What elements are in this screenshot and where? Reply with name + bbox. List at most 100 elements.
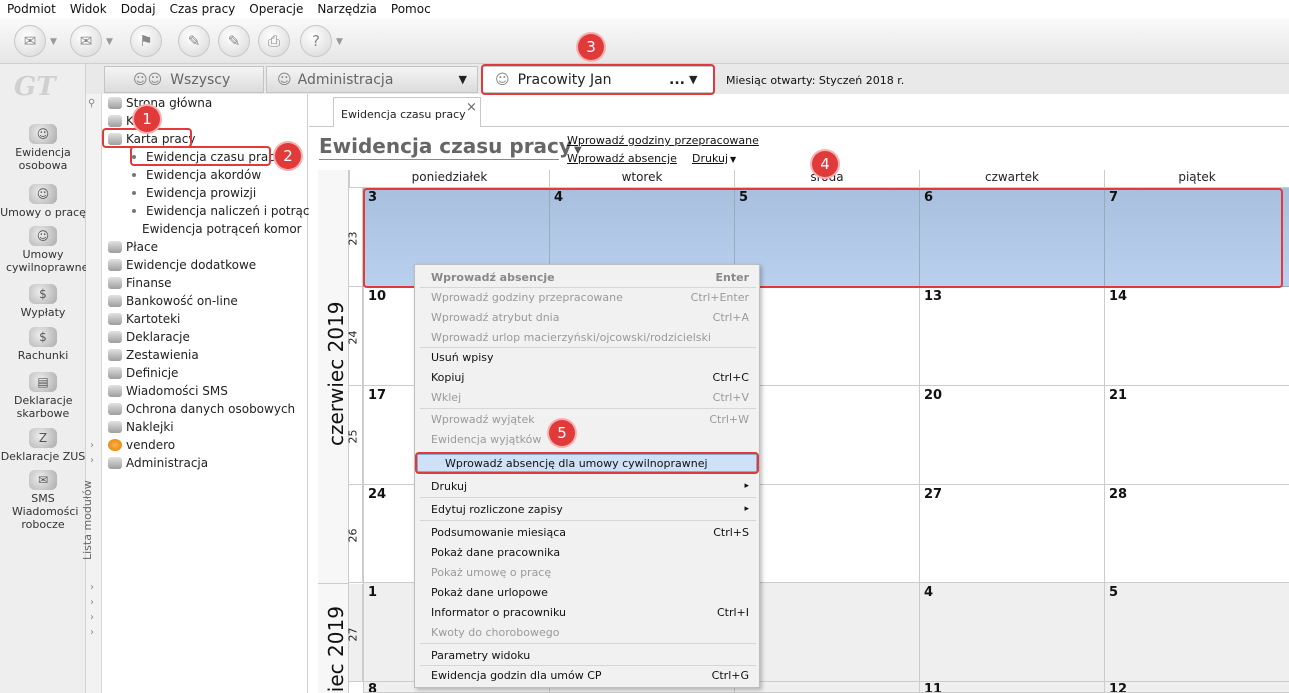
menu-item-wklej[interactable]: Wklej Ctrl+V (431, 388, 749, 406)
chevron-down-icon[interactable]: ▼ (336, 37, 343, 47)
chevron-down-icon[interactable]: ▼ (106, 37, 113, 47)
link-wprowadz-absencje[interactable]: Wprowadź absencje (567, 152, 677, 165)
files-icon (108, 313, 122, 325)
menu-pomoc[interactable]: Pomoc (391, 2, 431, 16)
menu-item-usun-wpisy[interactable]: Usuń wpisy (431, 348, 749, 366)
day-cell[interactable]: 27 (919, 485, 1104, 583)
day-cell[interactable] (734, 485, 919, 583)
close-icon[interactable]: × (466, 100, 477, 115)
menu-item-wprowadz-atrybut[interactable]: Wprowadź atrybut dnia Ctrl+A (431, 308, 749, 326)
pin-icon[interactable]: ⚲ (88, 98, 95, 109)
module-deklaracje[interactable]: Deklaracje (108, 328, 190, 346)
menu-item-parametry-widoku[interactable]: Parametry widoku (431, 646, 749, 664)
day-cell[interactable] (734, 287, 919, 386)
nav-deklaracje-zus[interactable]: Z Deklaracje ZUS (0, 428, 86, 463)
menu-item-kwoty-chorobowe[interactable]: Kwoty do chorobowego (431, 623, 749, 641)
chevron-right-icon[interactable]: › (90, 612, 94, 623)
sub-ewidencja-naliczen[interactable]: Ewidencja naliczeń i potrąceń (132, 202, 324, 220)
crossout-icon[interactable]: ✎ (178, 25, 210, 57)
nav-deklaracje-skarbowe[interactable]: ▤ Deklaracje skarbowe (0, 372, 86, 420)
chevron-down-icon[interactable]: ▼ (50, 37, 57, 47)
menu-operacje[interactable]: Operacje (249, 2, 303, 16)
printer-icon[interactable]: ⎙ (258, 25, 290, 57)
menu-item-wprowadz-godziny[interactable]: Wprowadź godziny przepracowane Ctrl+Enter (431, 288, 749, 306)
nav-rachunki[interactable]: $ Rachunki (0, 327, 86, 362)
callout-1: 1 (134, 106, 160, 132)
module-list-strip[interactable] (86, 94, 102, 693)
module-definicje[interactable]: Definicje (108, 364, 178, 382)
nav-umowy-o-prace[interactable]: ☺ Umowy o pracę (0, 184, 86, 219)
day-cell[interactable]: 13 (919, 287, 1104, 386)
menu-dodaj[interactable]: Dodaj (121, 2, 156, 16)
menu-item-informator[interactable]: Informator o pracowniku Ctrl+I (431, 603, 749, 621)
menu-czas-pracy[interactable]: Czas pracy (170, 2, 236, 16)
tab-wszyscy[interactable]: ☺☺ Wszyscy (104, 66, 264, 93)
day-header-tuesday: wtorek (549, 170, 734, 188)
chevron-right-icon[interactable]: › (90, 582, 94, 593)
tab-ewidencja-czasu-pracy[interactable]: Ewidencja czasu pracy (333, 97, 481, 127)
day-cell[interactable]: 21 (1104, 386, 1289, 485)
module-naklejki[interactable]: Naklejki (108, 418, 174, 436)
day-cell[interactable]: 20 (919, 386, 1104, 485)
sub-ewidencja-akordow[interactable]: Ewidencja akordów (132, 166, 261, 184)
nav-sms[interactable]: ✉ SMS Wiadomości robocze (0, 470, 86, 531)
menu-item-wprowadz-urlop[interactable]: Wprowadź urlop macierzyński/ojcowski/rod… (431, 328, 749, 346)
module-ochrona-danych[interactable]: Ochrona danych osobowych (108, 400, 295, 418)
home-icon (108, 97, 122, 109)
email-icon[interactable]: ✉ (70, 25, 102, 57)
crossout2-icon[interactable]: ✎ (218, 25, 250, 57)
sub-ewidencja-prowizji[interactable]: Ewidencja prowizji (132, 184, 256, 202)
day-cell[interactable] (734, 386, 919, 485)
module-ewidencje-dodatkowe[interactable]: Ewidencje dodatkowe (108, 256, 256, 274)
page-title[interactable]: Ewidencja czasu pracy ▼ (319, 134, 582, 158)
menu-item-edytuj-rozliczone[interactable]: Edytuj rozliczone zapisy ▸ (431, 500, 749, 518)
chevron-right-icon[interactable]: › (90, 455, 94, 466)
module-vendero[interactable]: vendero (108, 436, 175, 454)
module-place[interactable]: Płace (108, 238, 158, 256)
menu-item-dane-urlopowe[interactable]: Pokaż dane urlopowe (431, 583, 749, 601)
menu-item-podsumowanie[interactable]: Podsumowanie miesiąca Ctrl+S (431, 523, 749, 541)
day-cell[interactable] (734, 583, 919, 682)
menu-item-wprowadz-wyjatek[interactable]: Wprowadź wyjątek Ctrl+W (431, 410, 749, 428)
menu-item-ewidencja-wyjatkow[interactable]: Ewidencja wyjątków (431, 430, 749, 448)
module-bankowosc[interactable]: Bankowość on-line (108, 292, 238, 310)
nav-ewidencja-osobowa[interactable]: ☺ Ewidencja osobowa (0, 124, 86, 172)
module-wiadomosci-sms[interactable]: Wiadomości SMS (108, 382, 228, 400)
help-icon[interactable]: ? (300, 25, 332, 57)
chevron-right-icon[interactable]: › (90, 627, 94, 638)
menu-item-ewidencja-godzin-cp[interactable]: Ewidencja godzin dla umów CP Ctrl+G (431, 666, 749, 684)
day-cell[interactable] (734, 682, 919, 693)
menu-item-absencja-umowa-cp[interactable]: Wprowadź absencję dla umowy cywilnoprawn… (445, 454, 745, 472)
module-administracja[interactable]: Administracja (108, 454, 208, 472)
menu-item-pokaz-dane[interactable]: Pokaż dane pracownika (431, 543, 749, 561)
menu-item-wprowadz-absencje[interactable]: Wprowadź absencje Enter (431, 268, 749, 286)
menu-item-drukuj[interactable]: Drukuj ▸ (431, 477, 749, 495)
day-cell[interactable]: 11 (919, 682, 1104, 693)
module-finanse[interactable]: Finanse (108, 274, 172, 292)
link-wprowadz-godziny[interactable]: Wprowadź godziny przepracowane (567, 134, 759, 147)
menu-podmiot[interactable]: Podmiot (7, 2, 56, 16)
menu-widok[interactable]: Widok (70, 2, 107, 16)
link-drukuj[interactable]: Drukuj ▼ (692, 152, 736, 165)
day-cell[interactable]: 28 (1104, 485, 1289, 583)
nav-wyplaty[interactable]: $ Wypłaty (0, 284, 86, 319)
envelope-icon[interactable]: ✉ (14, 25, 46, 57)
callout-5: 5 (549, 420, 575, 446)
menu-item-kopiuj[interactable]: Kopiuj Ctrl+C (431, 368, 749, 386)
day-cell[interactable]: 4 (919, 583, 1104, 682)
sub-ewidencja-potracen[interactable]: Ewidencja potrąceń komornic (132, 220, 302, 238)
day-cell[interactable]: 14 (1104, 287, 1289, 386)
module-kartoteki[interactable]: Kartoteki (108, 310, 180, 328)
chevron-right-icon[interactable]: › (90, 440, 94, 451)
money-icon: $ (29, 284, 57, 304)
stamp-icon[interactable]: ⚑ (130, 25, 162, 57)
menu-item-pokaz-umowe[interactable]: Pokaż umowę o pracę (431, 563, 749, 581)
chevron-right-icon[interactable]: › (90, 597, 94, 608)
menu-narzedzia[interactable]: Narzędzia (317, 2, 377, 16)
day-cell[interactable]: 5 (1104, 583, 1289, 682)
module-strona-glowna[interactable]: Strona główna (108, 94, 212, 112)
module-zestawienia[interactable]: Zestawienia (108, 346, 199, 364)
nav-umowy-cywilnoprawne[interactable]: ☺ Umowy cywilnoprawne (0, 226, 88, 274)
tab-administracja[interactable]: ☺ Administracja ▼ (266, 66, 478, 93)
day-cell[interactable]: 12 (1104, 682, 1289, 693)
